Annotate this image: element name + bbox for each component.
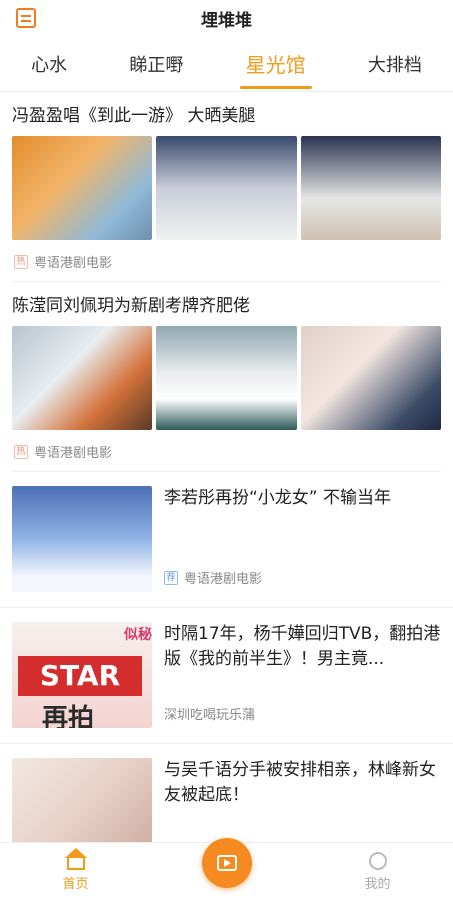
profile-icon — [368, 852, 387, 870]
hot-badge: 热 — [14, 254, 28, 269]
article-image[interactable] — [12, 326, 153, 430]
article-meta: 深圳吃喝玩乐蒲 — [164, 704, 441, 723]
nav-home-label: 首页 — [62, 877, 89, 892]
article-meta: 热 粤语港剧电影 — [12, 240, 441, 282]
bottom-navigation: 首页 我的 — [0, 838, 453, 900]
article-image[interactable] — [12, 758, 152, 842]
tab-xinshui[interactable]: 心水 — [31, 37, 67, 91]
article-image[interactable] — [300, 326, 441, 430]
article-image[interactable] — [300, 136, 441, 240]
nav-mine-label: 我的 — [364, 877, 391, 892]
nav-home[interactable]: 首页 — [36, 848, 116, 900]
article-source: 粤语港剧电影 — [34, 446, 113, 461]
article-image[interactable]: 似秘 STAR 再拍 — [12, 622, 152, 728]
list-item[interactable]: 陈滢同刘佩玥为新剧考牌齐肥佬 热 粤语港剧电影 — [0, 282, 453, 472]
hot-badge: 热 — [14, 444, 28, 459]
play-icon — [216, 855, 237, 871]
article-image[interactable] — [12, 486, 152, 592]
article-source: 粤语港剧电影 — [34, 256, 113, 271]
article-headline[interactable]: 与吴千语分手被安排相亲，林峰新女友被起底！ — [164, 758, 441, 808]
remake-image-text: 再拍 — [42, 704, 95, 728]
news-feed: 冯盈盈唱《到此一游》 大晒美腿 热 粤语港剧电影 陈滢同刘佩玥为新剧考牌齐肥佬 … — [0, 92, 453, 842]
home-icon — [64, 848, 87, 870]
tab-xingguangguan[interactable]: 星光馆 — [239, 35, 312, 92]
article-headline[interactable]: 陈滢同刘佩玥为新剧考牌齐肥佬 — [12, 294, 441, 326]
article-image[interactable] — [156, 326, 297, 430]
article-headline[interactable]: 时隔17年，杨千嬅回归TVB，翻拍港版《我的前半生》！男主竟... — [164, 622, 441, 672]
list-item[interactable]: 与吴千语分手被安排相亲，林峰新女友被起底！ — [0, 744, 453, 842]
list-item[interactable]: 似秘 STAR 再拍 时隔17年，杨千嬅回归TVB，翻拍港版《我的前半生》！男主… — [0, 608, 453, 744]
star-image-text: STAR — [18, 656, 142, 696]
nav-mine[interactable]: 我的 — [338, 852, 418, 900]
app-header: 埋堆堆 — [0, 0, 453, 36]
app-title: 埋堆堆 — [201, 10, 252, 31]
article-image[interactable] — [12, 136, 153, 240]
recommend-badge: 荐 — [164, 570, 178, 585]
list-item[interactable]: 冯盈盈唱《到此一游》 大晒美腿 热 粤语港剧电影 — [0, 92, 453, 282]
article-headline[interactable]: 冯盈盈唱《到此一游》 大晒美腿 — [12, 104, 441, 136]
article-headline[interactable]: 李若彤再扮“小龙女” 不输当年 — [164, 486, 441, 511]
tab-taizhengye[interactable]: 睇正嘢 — [129, 37, 183, 91]
article-meta: 热 粤语港剧电影 — [12, 430, 441, 472]
article-meta: 荐 粤语港剧电影 — [164, 568, 441, 587]
article-image[interactable] — [156, 136, 297, 240]
article-source: 深圳吃喝玩乐蒲 — [164, 708, 256, 723]
channel-tabs: 心水 睇正嘢 星光馆 大排档 — [0, 36, 453, 92]
article-source: 粤语港剧电影 — [184, 572, 263, 587]
tab-dapaidang[interactable]: 大排档 — [368, 37, 422, 91]
thumbnail-row — [12, 136, 441, 240]
video-button[interactable] — [201, 838, 252, 888]
list-item[interactable]: 李若彤再扮“小龙女” 不输当年 荐 粤语港剧电影 — [0, 472, 453, 608]
document-icon[interactable] — [16, 8, 36, 28]
image-caption: 似秘 — [124, 627, 152, 643]
thumbnail-row — [12, 326, 441, 430]
